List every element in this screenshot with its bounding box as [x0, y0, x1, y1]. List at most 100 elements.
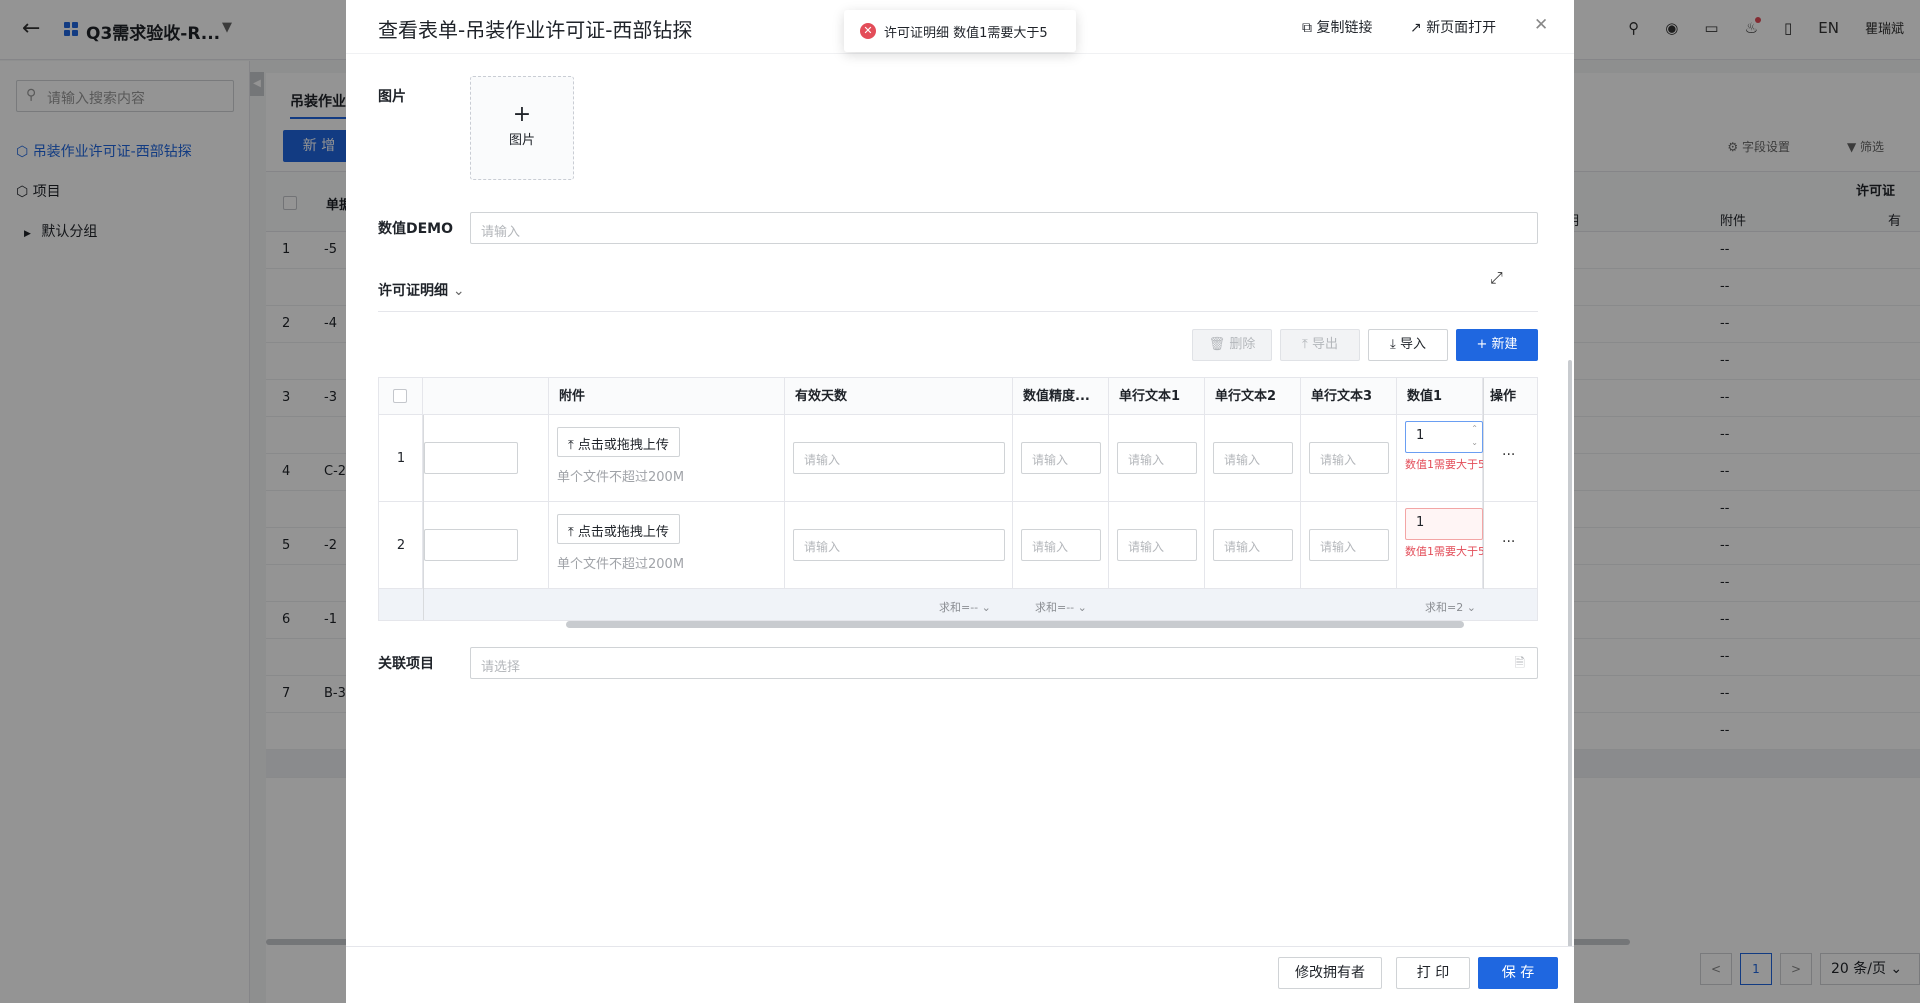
delete-button[interactable]: 🗑 删除 [1192, 329, 1272, 361]
text1-input[interactable]: 请输入 [1117, 529, 1197, 561]
save-button[interactable]: 保 存 [1478, 957, 1558, 989]
value1-value: 1 [1416, 428, 1425, 443]
text3-input[interactable]: 请输入 [1309, 442, 1389, 474]
file-icon: 🗎 [1514, 656, 1525, 671]
actions-cell: ··· [1483, 415, 1537, 502]
divider [378, 311, 1538, 312]
text2-input[interactable]: 请输入 [1213, 442, 1293, 474]
text3-input[interactable]: 请输入 [1309, 529, 1389, 561]
value1-number-input[interactable]: 1 ⌃ ⌄ [1405, 421, 1483, 453]
valid-days-cell: 请输入 [785, 415, 1013, 502]
fullscreen-icon[interactable]: ⤢ [1490, 268, 1503, 288]
stepper-icon[interactable]: ⌃ ⌄ [1471, 422, 1478, 450]
error-circle-icon: ✕ [860, 23, 876, 39]
sum-value: 求和=-- [1035, 601, 1075, 614]
column-header-text3: 单行文本3 [1301, 378, 1397, 415]
more-icon[interactable]: ··· [1502, 447, 1515, 463]
value1-number-input[interactable]: 1 [1405, 508, 1483, 540]
attachment-cell: ⤒ 点击或拖拽上传 单个文件不超过200M [549, 415, 785, 502]
column-header [423, 378, 549, 415]
select-all-checkbox[interactable] [393, 389, 407, 403]
column-header-attachment: 附件 [549, 378, 785, 415]
export-label: 导出 [1311, 337, 1338, 352]
chevron-down-icon: ⌄ [452, 283, 465, 299]
upload-button[interactable]: ⤒ 点击或拖拽上传 [557, 427, 680, 457]
subtable-row: 2 ⤒ 点击或拖拽上传 单个文件不超过200M 请输入 请输入 请输入 请输入 … [379, 502, 1537, 589]
column-header-valid-days: 有效天数 [785, 378, 1013, 415]
import-label: 导入 [1399, 337, 1426, 352]
text2-cell: 请输入 [1205, 415, 1301, 502]
related-project-placeholder: 请选择 [481, 660, 521, 675]
image-field-label: 图片 [378, 89, 406, 105]
text-input[interactable] [424, 442, 518, 474]
download-icon: ⤓ [1390, 337, 1396, 352]
column-header-value1: 数值1 [1397, 378, 1483, 415]
row-number-cell: 1 [379, 415, 423, 502]
subtable-header: 附件 有效天数 数值精度... 单行文本1 单行文本2 单行文本3 数值1 操作 [379, 378, 1537, 415]
number-demo-input[interactable]: 请输入 [470, 212, 1538, 244]
sum-precision[interactable]: 求和=-- ⌄ [939, 599, 991, 615]
sum-value: 求和=2 [1425, 601, 1464, 614]
import-button[interactable]: ⤓ 导入 [1368, 329, 1448, 361]
image-upload[interactable]: + 图片 [470, 76, 574, 180]
delete-label: 删除 [1229, 337, 1256, 352]
row-select-header [379, 378, 423, 415]
new-row-label: 新建 [1491, 337, 1518, 352]
close-icon[interactable]: ✕ [1534, 15, 1548, 35]
subtable-title[interactable]: 许可证明细 ⌄ [378, 280, 465, 300]
text-cell [423, 415, 549, 502]
text-input[interactable] [424, 529, 518, 561]
export-button[interactable]: ⤒ 导出 [1280, 329, 1360, 361]
open-new-page-button[interactable]: ↗ 新页面打开 [1410, 17, 1496, 37]
row-number: 1 [396, 451, 406, 466]
valid-days-input[interactable]: 请输入 [793, 442, 1005, 474]
valid-days-input[interactable]: 请输入 [793, 529, 1005, 561]
value1-cell: 1 数值1需要大于5 [1397, 502, 1485, 589]
form-modal: 查看表单-吊装作业许可证-西部钻探 ⧉ 复制链接 ↗ 新页面打开 ✕ 图片 + … [346, 0, 1574, 1003]
value1-cell: 1 ⌃ ⌄ 数值1需要大于5 [1397, 415, 1485, 502]
value1-value: 1 [1416, 515, 1425, 530]
precision-cell: 请输入 [1013, 502, 1109, 589]
related-project-label: 关联项目 [378, 656, 434, 672]
text1-input[interactable]: 请输入 [1117, 442, 1197, 474]
subtable-horizontal-scrollbar[interactable] [566, 621, 1464, 628]
subtable-row: 1 ⤒ 点击或拖拽上传 单个文件不超过200M 请输入 请输入 请输入 请输入 … [379, 415, 1537, 502]
text2-input[interactable]: 请输入 [1213, 529, 1293, 561]
upload-label: 点击或拖拽上传 [577, 438, 669, 453]
subtable-summary-row: 求和=-- ⌄ 求和=-- ⌄ 求和=2 ⌄ [379, 589, 1537, 620]
print-button[interactable]: 打 印 [1396, 957, 1470, 989]
new-row-button[interactable]: + 新建 [1456, 329, 1538, 361]
precision-cell: 请输入 [1013, 415, 1109, 502]
precision-input[interactable]: 请输入 [1021, 442, 1101, 474]
valid-days-cell: 请输入 [785, 502, 1013, 589]
sum-text1[interactable]: 求和=-- ⌄ [1035, 599, 1087, 615]
validation-error: 数值1需要大于5 [1405, 545, 1485, 558]
plus-icon: + [512, 102, 532, 127]
related-project-select[interactable]: 请选择 🗎 [470, 647, 1538, 679]
column-header-text1: 单行文本1 [1109, 378, 1205, 415]
copy-link-label: 复制链接 [1316, 20, 1373, 36]
row-number-cell: 2 [379, 502, 423, 589]
sum-value1[interactable]: 求和=2 ⌄ [1425, 599, 1476, 615]
text1-cell: 请输入 [1109, 415, 1205, 502]
upload-button[interactable]: ⤒ 点击或拖拽上传 [557, 514, 680, 544]
precision-input[interactable]: 请输入 [1021, 529, 1101, 561]
error-toast: ✕ 许可证明细 数值1需要大于5 [844, 10, 1076, 52]
column-header-actions: 操作 [1483, 378, 1537, 415]
copy-icon: ⧉ [1302, 20, 1312, 36]
copy-link-button[interactable]: ⧉ 复制链接 [1302, 17, 1372, 37]
modal-vertical-scrollbar[interactable] [1568, 360, 1572, 960]
upload-icon: ⤒ [1302, 337, 1308, 352]
column-header-text2: 单行文本2 [1205, 378, 1301, 415]
text-cell [423, 502, 549, 589]
plus-icon: + [1476, 337, 1488, 352]
open-new-page-label: 新页面打开 [1426, 20, 1497, 36]
text3-cell: 请输入 [1301, 502, 1397, 589]
permit-detail-subtable: 附件 有效天数 数值精度... 单行文本1 单行文本2 单行文本3 数值1 操作… [378, 377, 1538, 621]
more-icon[interactable]: ··· [1502, 534, 1515, 550]
text2-cell: 请输入 [1205, 502, 1301, 589]
subtable-title-text: 许可证明细 [378, 283, 448, 299]
change-owner-button[interactable]: 修改拥有者 [1278, 957, 1382, 989]
toast-message: 许可证明细 数值1需要大于5 [884, 26, 1048, 41]
actions-cell: ··· [1483, 502, 1537, 589]
